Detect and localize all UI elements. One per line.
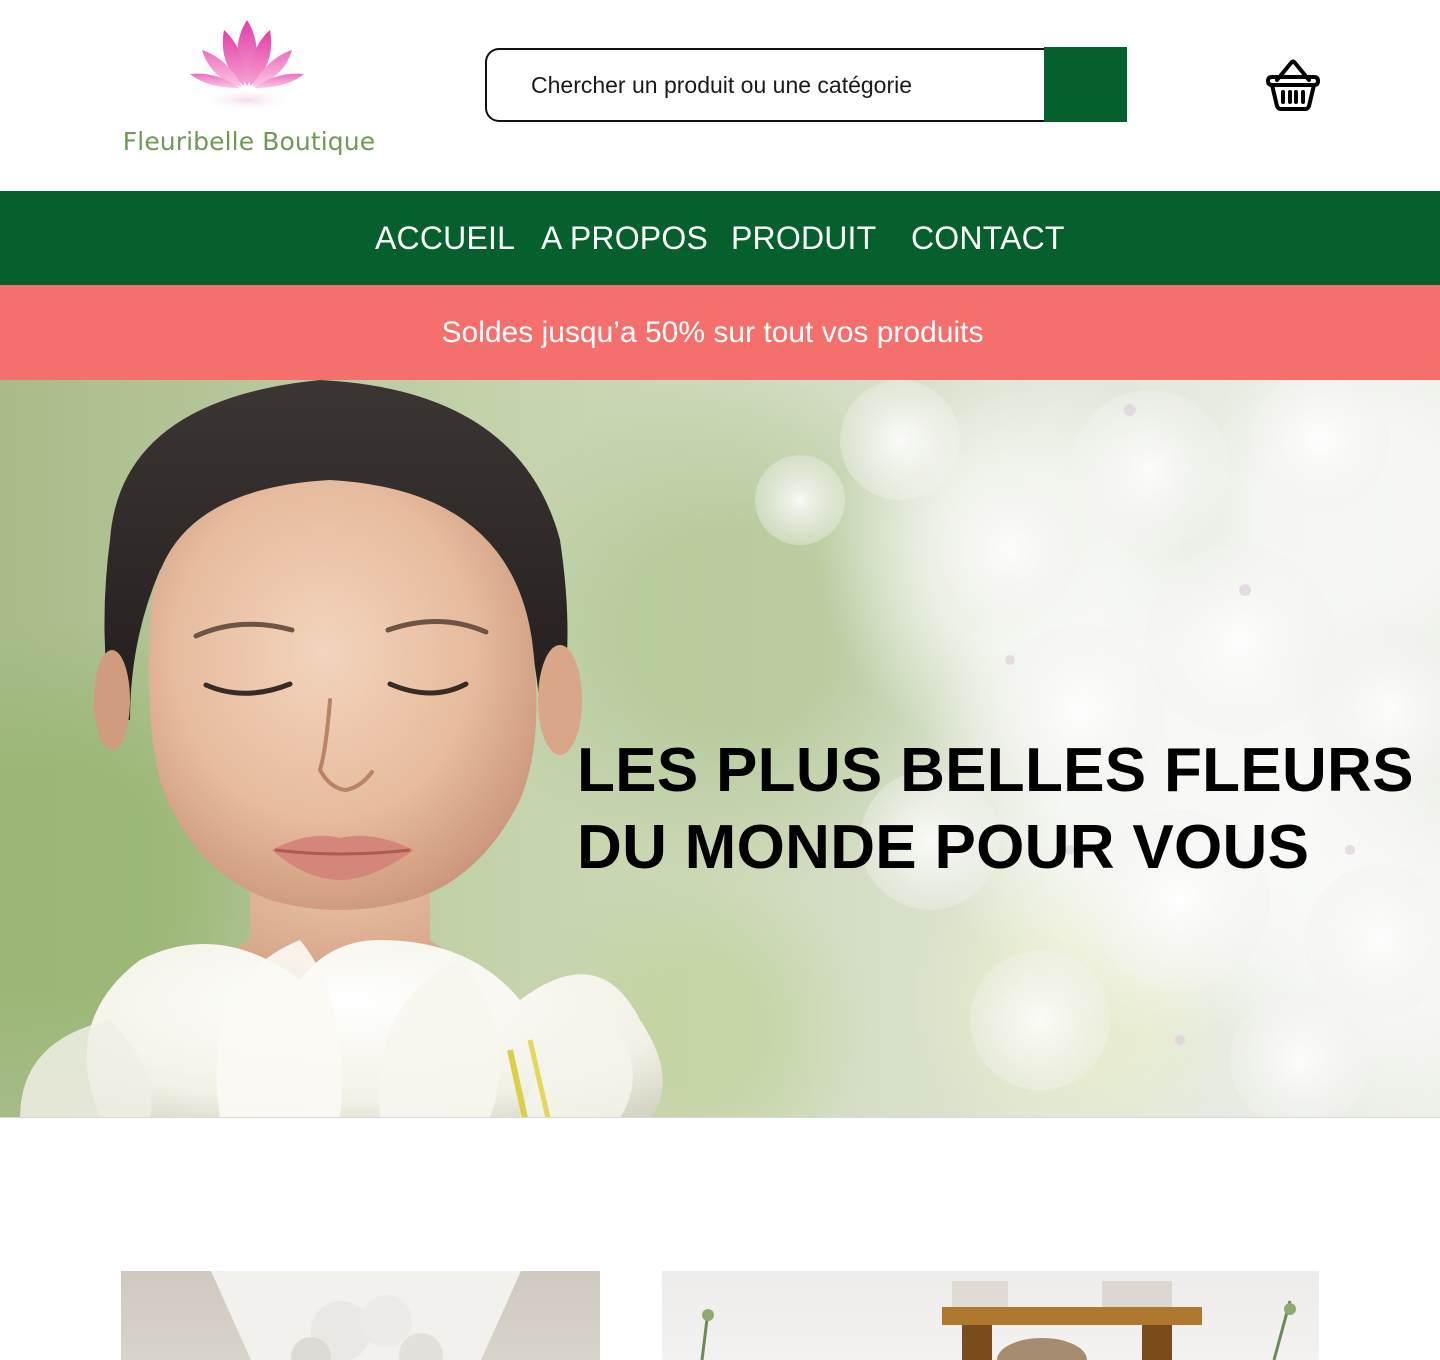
bouquet-image [211, 1271, 521, 1360]
search-input[interactable] [485, 48, 1057, 122]
shopping-basket-icon [1266, 59, 1320, 111]
hero-title-line-1: LES PLUS BELLES FLEURS [577, 736, 1414, 805]
nav-item-contact[interactable]: CONTACT [911, 191, 1065, 285]
search-bar [485, 47, 1127, 122]
nav-item-produit[interactable]: PRODUIT [731, 191, 876, 285]
lotus-icon [190, 20, 304, 112]
brand-logo[interactable]: Fleuribelle Boutique [118, 14, 380, 164]
hero-banner: LES PLUS BELLES FLEURS DU MONDE POUR VOU… [0, 380, 1440, 1118]
promo-banner: Soldes jusqu’a 50% sur tout vos produits [0, 285, 1440, 380]
hero-title-line-2: DU MONDE POUR VOUS [577, 813, 1310, 882]
main-nav: ACCUEIL A PROPOS PRODUIT CONTACT [0, 191, 1440, 285]
page: Fleuribelle Boutique ACCUEIL A PROPOS PR… [0, 0, 1440, 1360]
product-card-image[interactable] [662, 1271, 1319, 1360]
product-card-image[interactable] [121, 1271, 600, 1360]
nav-item-accueil[interactable]: ACCUEIL [375, 191, 515, 285]
shop-image [700, 1281, 1296, 1360]
site-header: Fleuribelle Boutique [0, 0, 1440, 191]
cart-button[interactable] [1263, 55, 1323, 115]
nav-item-a-propos[interactable]: A PROPOS [541, 191, 708, 285]
search-button[interactable] [1044, 47, 1127, 122]
hero-title: LES PLUS BELLES FLEURS DU MONDE POUR VOU… [577, 732, 1417, 886]
brand-name: Fleuribelle Boutique [122, 127, 376, 156]
